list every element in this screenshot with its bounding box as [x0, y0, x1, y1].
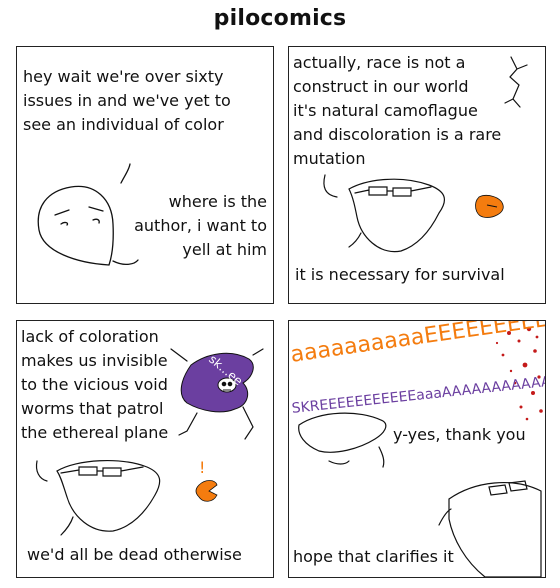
panel-3-caption: lack of coloration makes us invisible to… — [21, 327, 169, 442]
character-head-right — [448, 482, 542, 577]
blood-splatter — [495, 326, 543, 421]
panel-1-caption: hey wait we're over sixty issues in and … — [23, 67, 231, 134]
orange-blob — [475, 195, 504, 218]
panel-2-speech: it is necessary for survival — [295, 265, 505, 284]
crack-lines — [504, 56, 528, 108]
panel-4-speech-2: hope that clarifies it — [293, 547, 454, 566]
comic-title: pilocomics — [213, 6, 347, 31]
goggles — [60, 466, 144, 477]
orange-blob — [195, 480, 218, 502]
character-head-left — [298, 412, 387, 453]
panel-2-caption: actually, race is not a construct in our… — [293, 53, 502, 168]
character-head — [348, 178, 446, 253]
panel-1: hey wait we're over sixty issues in and … — [16, 46, 274, 304]
panel-3-speech: we'd all be dead otherwise — [27, 545, 242, 564]
panel-1-speech: where is the author, i want to yell at h… — [134, 192, 267, 259]
panel-2: actually, race is not a construct in our… — [288, 46, 546, 304]
exclamation-mark: ! — [199, 458, 205, 477]
character-head — [37, 185, 114, 266]
panel-4: aaaaaaaaaaEEEEEEEEEEEEE SKREEEEEEEEEEEaa… — [288, 320, 546, 578]
goggles — [354, 186, 432, 197]
panel-3: sk...ee ! lack of coloration makes us in… — [16, 320, 274, 578]
panel-4-speech-1: y-yes, thank you — [393, 425, 526, 444]
